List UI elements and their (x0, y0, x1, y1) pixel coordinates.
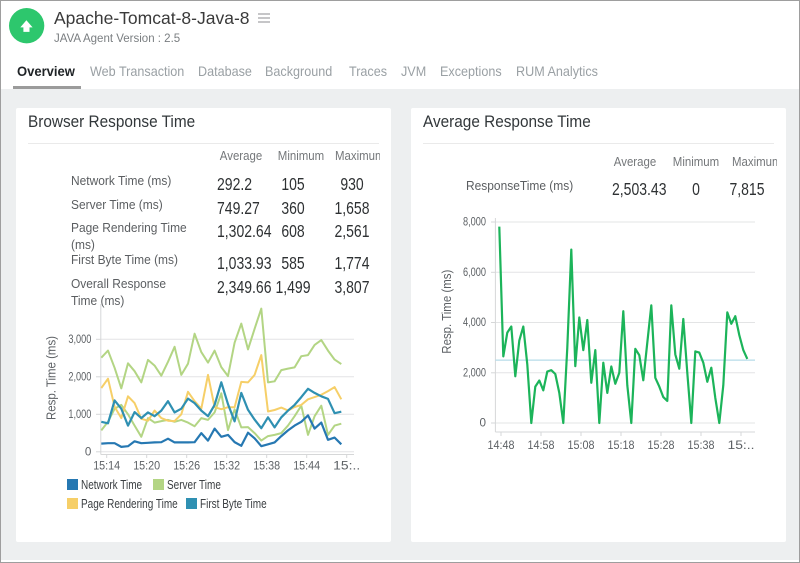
svg-text:3,000: 3,000 (68, 334, 91, 346)
svg-text:8,000: 8,000 (463, 217, 486, 229)
svg-text:4,000: 4,000 (463, 317, 486, 329)
svg-text:6,000: 6,000 (463, 267, 486, 279)
svg-text:0: 0 (480, 418, 487, 430)
svg-text:Resp. Time (ms): Resp. Time (ms) (44, 336, 59, 420)
svg-text:15:08: 15:08 (568, 438, 595, 452)
svg-text:15:20: 15:20 (133, 459, 160, 473)
svg-text:15:32: 15:32 (213, 459, 240, 473)
svg-text:15:26: 15:26 (173, 459, 200, 473)
svg-text:0: 0 (85, 447, 92, 459)
svg-text:15:14: 15:14 (93, 459, 120, 473)
svg-text:14:48: 14:48 (488, 438, 515, 452)
svg-text:15:28: 15:28 (648, 438, 675, 452)
svg-text:15:..: 15:.. (728, 438, 755, 452)
svg-text:14:58: 14:58 (528, 438, 555, 452)
svg-text:1,000: 1,000 (68, 409, 91, 421)
svg-text:Resp. Time (ms): Resp. Time (ms) (439, 270, 454, 354)
svg-text:15:18: 15:18 (608, 438, 635, 452)
svg-text:2,000: 2,000 (463, 368, 486, 380)
svg-text:15:38: 15:38 (253, 459, 280, 473)
svg-text:15:..: 15:.. (333, 459, 360, 473)
svg-text:15:38: 15:38 (688, 438, 715, 452)
svg-text:2,000: 2,000 (68, 372, 91, 384)
svg-text:15:44: 15:44 (293, 459, 320, 473)
